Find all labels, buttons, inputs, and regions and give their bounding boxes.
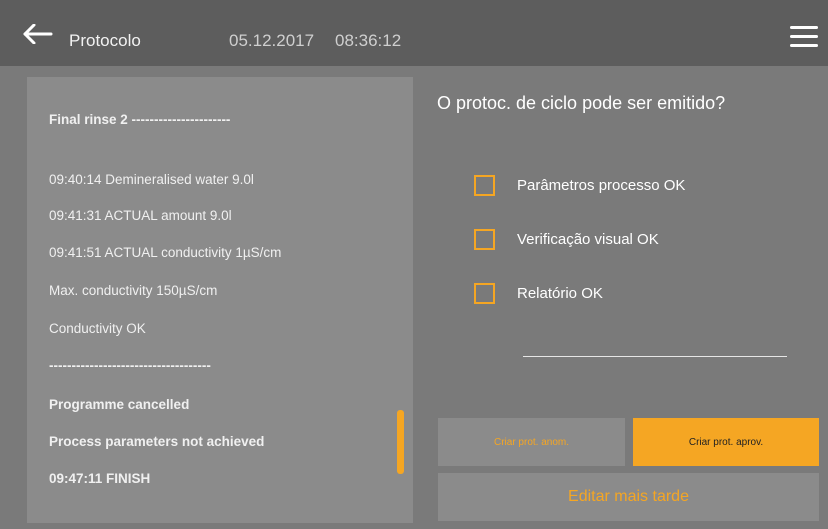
log-line: ------------------------------------ bbox=[49, 358, 211, 373]
protocol-log-panel[interactable]: Final rinse 2 ---------------------- 09:… bbox=[27, 77, 413, 523]
checkbox[interactable] bbox=[474, 283, 495, 304]
log-line: 09:40:14 Demineralised water 9.0l bbox=[49, 172, 254, 187]
page-title: Protocolo bbox=[69, 31, 141, 50]
menu-icon-bar bbox=[790, 44, 818, 47]
menu-button[interactable] bbox=[790, 26, 818, 48]
check-label: Parâmetros processo OK bbox=[517, 177, 686, 194]
top-bar: Protocolo 05.12.2017 08:36:12 bbox=[0, 0, 828, 66]
hamburger-menu-icon bbox=[790, 26, 818, 29]
edit-later-button[interactable]: Editar mais tarde bbox=[438, 473, 819, 521]
checkbox[interactable] bbox=[474, 175, 495, 196]
header-date: 05.12.2017 bbox=[229, 31, 315, 50]
signature-line[interactable] bbox=[523, 356, 787, 357]
release-question: O protoc. de ciclo pode ser emitido? bbox=[437, 93, 726, 113]
check-label: Verificação visual OK bbox=[517, 231, 659, 248]
checkbox[interactable] bbox=[474, 229, 495, 250]
back-button[interactable] bbox=[22, 23, 54, 45]
menu-icon-bar bbox=[790, 35, 818, 38]
arrow-left-icon bbox=[23, 23, 53, 45]
log-line: Max. conductivity 150µS/cm bbox=[49, 283, 218, 298]
log-line: 09:41:51 ACTUAL conductivity 1µS/cm bbox=[49, 245, 282, 260]
header-time: 08:36:12 bbox=[335, 31, 402, 50]
create-approved-protocol-button[interactable]: Criar prot. aprov. bbox=[633, 418, 819, 466]
log-line: Conductivity OK bbox=[49, 321, 146, 336]
log-line: Process parameters not achieved bbox=[49, 434, 265, 449]
log-line: 09:41:31 ACTUAL amount 9.0l bbox=[49, 208, 232, 223]
check-label: Relatório OK bbox=[517, 285, 603, 302]
log-line: Final rinse 2 ---------------------- bbox=[49, 112, 231, 127]
create-anomaly-protocol-button[interactable]: Criar prot. anom. bbox=[438, 418, 625, 466]
log-line: 09:47:11 FINISH bbox=[49, 471, 151, 486]
log-line: Programme cancelled bbox=[49, 397, 190, 412]
scrollbar-thumb[interactable] bbox=[397, 410, 404, 474]
